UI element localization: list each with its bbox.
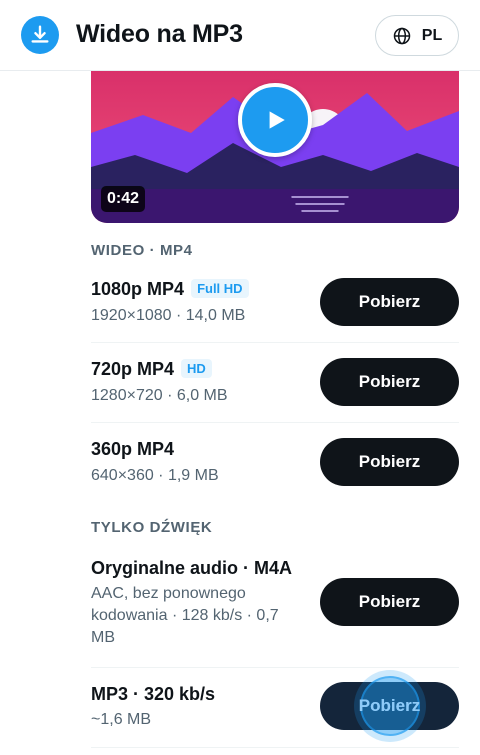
option-details: 1920×1080 · 14,0 MB [91, 307, 246, 324]
download-button-360p[interactable]: Pobierz [320, 438, 459, 486]
option-title: 360p MP4 [91, 439, 175, 459]
option-title: 720p MP4 HD [91, 359, 212, 380]
download-option-m4a: Oryginalne audio · M4A AAC, bez ponowneg… [91, 544, 459, 668]
download-button-720p[interactable]: Pobierz [320, 358, 459, 406]
download-option-1080p: 1080p MP4 Full HD 1920×1080 · 14,0 MB Pob… [91, 263, 459, 343]
download-button-m4a[interactable]: Pobierz [320, 578, 459, 626]
section-label-video: WIDEO · MP4 [91, 242, 193, 259]
globe-icon [393, 27, 411, 44]
tap-ripple-core [360, 676, 420, 736]
video-duration: 0:42 [101, 186, 146, 212]
language-label: PL [421, 26, 443, 44]
download-icon [21, 16, 59, 54]
option-details: AAC, bez ponownego kodowania · 128 kb/s … [91, 585, 279, 646]
app-title: Wideo na MP3 [76, 20, 243, 48]
option-title: Oryginalne audio · M4A [91, 558, 293, 578]
app-header: Wideo na MP3 PL [0, 0, 480, 71]
option-details: 1280×720 · 6,0 MB [91, 387, 228, 404]
download-option-360p: 360p MP4 640×360 · 1,9 MB Pobierz [91, 423, 459, 503]
section-label-audio: TYLKO DŹWIĘK [91, 519, 213, 536]
play-icon [269, 111, 285, 129]
download-option-720p: 720p MP4 HD 1280×720 · 6,0 MB Pobierz [91, 343, 459, 423]
language-button[interactable]: PL [375, 15, 459, 56]
option-title: MP3 · 320 kb/s [91, 684, 216, 704]
download-button-1080p[interactable]: Pobierz [320, 278, 459, 326]
option-details: 640×360 · 1,9 MB [91, 467, 219, 484]
option-details: ~1,6 MB [91, 711, 152, 728]
quality-badge: HD [181, 359, 212, 378]
option-title: 1080p MP4 Full HD [91, 279, 249, 300]
quality-badge: Full HD [191, 279, 249, 298]
play-button[interactable] [238, 83, 312, 157]
